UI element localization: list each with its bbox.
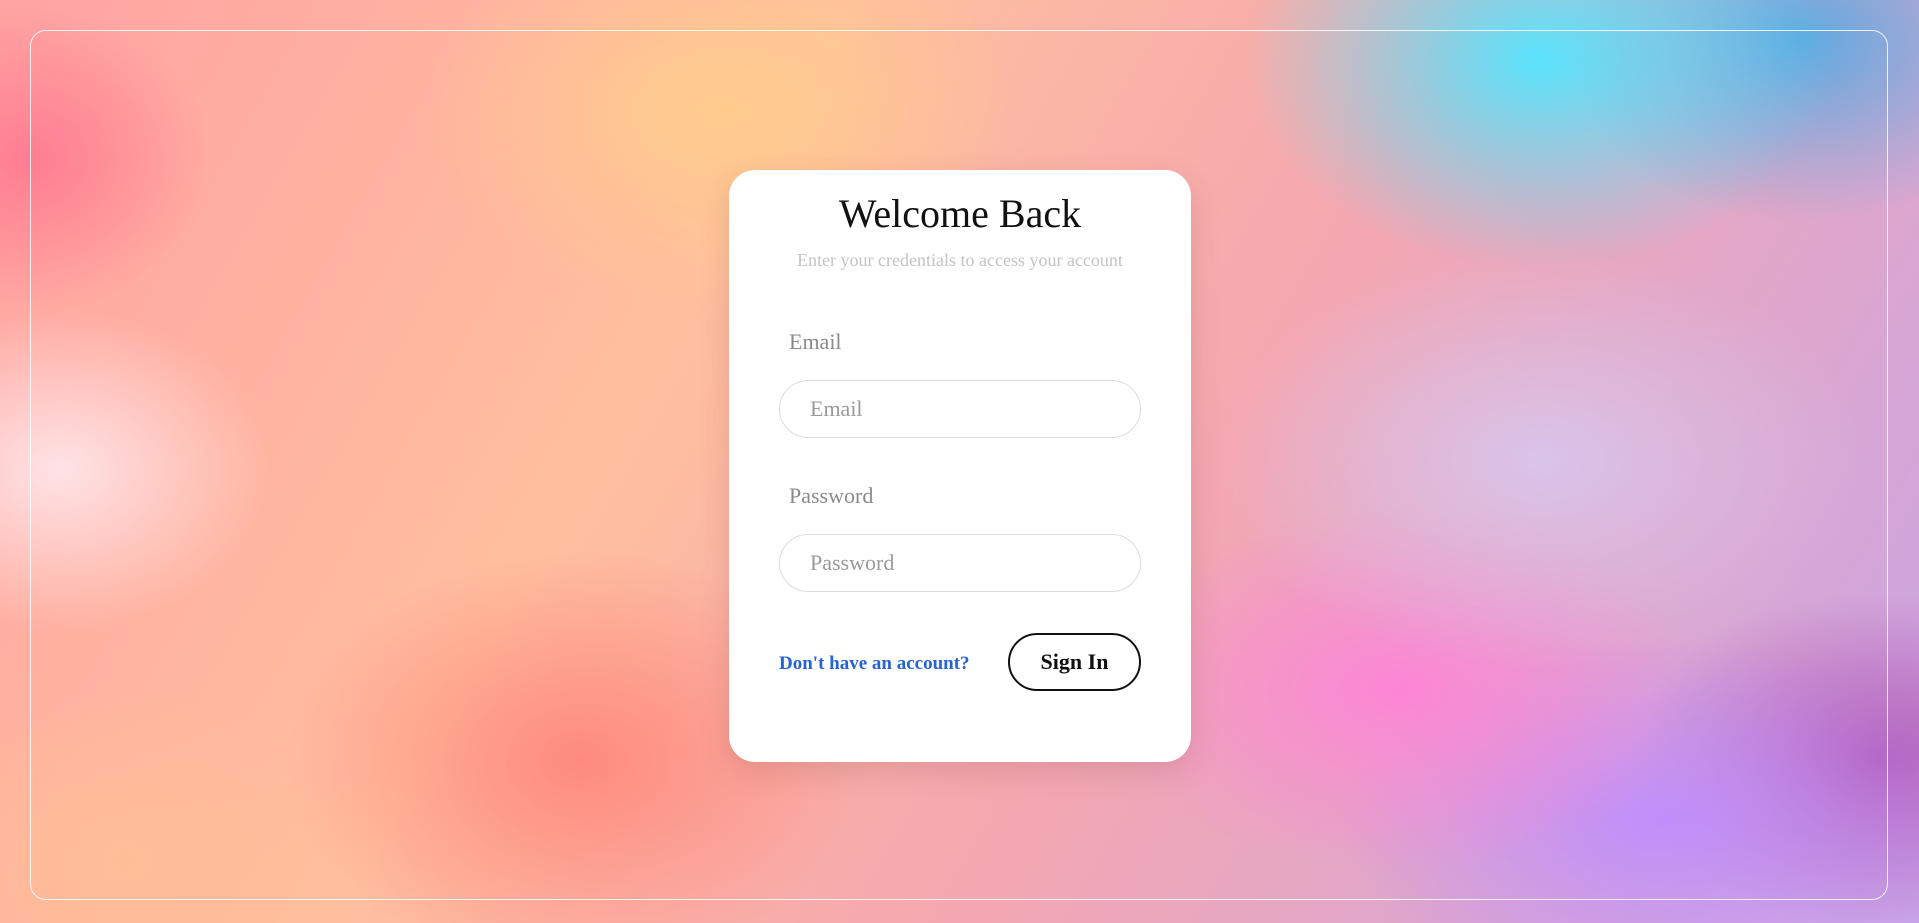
- login-title: Welcome Back: [838, 191, 1082, 236]
- login-card: Welcome Back Enter your credentials to a…: [729, 170, 1191, 762]
- email-field[interactable]: [779, 380, 1141, 438]
- sign-in-button[interactable]: Sign In: [1008, 633, 1141, 691]
- login-subtitle: Enter your credentials to access your ac…: [797, 250, 1123, 270]
- password-label: Password: [789, 483, 874, 508]
- password-field[interactable]: [779, 534, 1141, 592]
- email-label: Email: [789, 329, 842, 354]
- signup-link[interactable]: Don't have an account?: [779, 652, 970, 676]
